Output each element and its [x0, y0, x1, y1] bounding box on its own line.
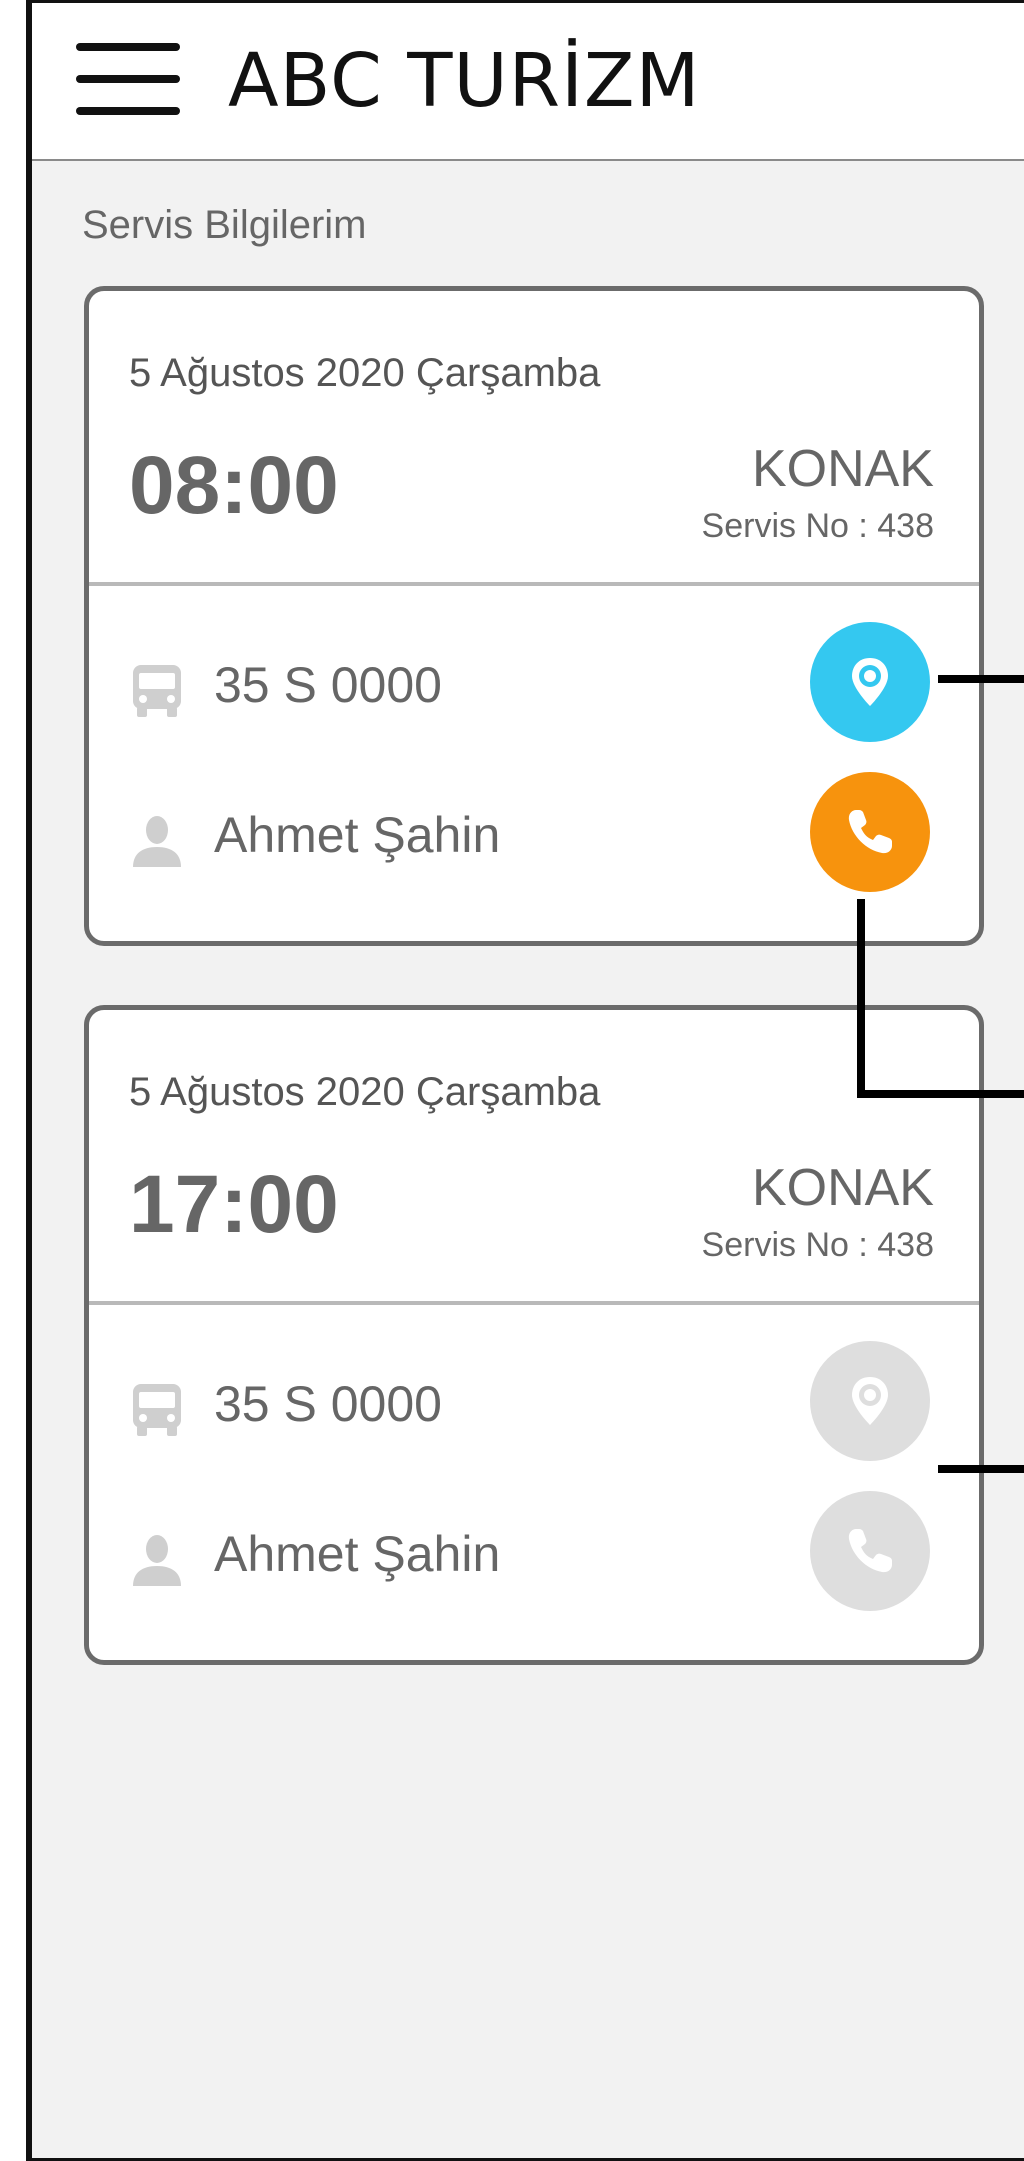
service-date: 5 Ağustos 2020 Çarşamba	[129, 1070, 601, 1114]
vehicle-plate: 35 S 0000	[214, 1376, 442, 1432]
service-number: Servis No : 438	[701, 1226, 934, 1264]
service-time: 17:00	[129, 1159, 339, 1250]
service-district: KONAK	[751, 1159, 934, 1217]
app-title: ABC TURİZM	[228, 38, 701, 124]
annotation-line	[938, 675, 1024, 683]
phone-icon	[848, 1529, 892, 1573]
phone-icon	[848, 810, 892, 854]
service-time: 08:00	[129, 440, 339, 531]
service-card: 5 Ağustos 2020 Çarşamba 17:00 KONAK Serv…	[84, 1005, 984, 1665]
call-button[interactable]	[810, 1491, 930, 1611]
section-title: Servis Bilgilerim	[82, 203, 367, 247]
driver-name: Ahmet Şahin	[214, 807, 501, 863]
vehicle-plate: 35 S 0000	[214, 657, 442, 713]
location-pin-icon	[852, 658, 888, 706]
call-button[interactable]	[810, 772, 930, 892]
location-button[interactable]	[810, 622, 930, 742]
app-screen: ABC TURİZM Servis Bilgilerim 5 Ağustos 2…	[26, 0, 1024, 2161]
card-divider	[89, 582, 979, 586]
bus-icon	[133, 665, 181, 717]
service-date: 5 Ağustos 2020 Çarşamba	[129, 351, 601, 395]
annotation-line	[857, 1090, 1024, 1098]
person-icon	[133, 1535, 181, 1586]
location-button[interactable]	[810, 1341, 930, 1461]
app-header: ABC TURİZM	[32, 3, 1024, 161]
bus-icon	[133, 1384, 181, 1436]
service-number: Servis No : 438	[701, 507, 934, 545]
driver-name: Ahmet Şahin	[214, 1526, 501, 1582]
location-pin-icon	[852, 1377, 888, 1425]
annotation-line	[938, 1465, 1024, 1473]
hamburger-menu-icon[interactable]	[76, 39, 180, 119]
annotation-line	[857, 899, 865, 1095]
service-district: KONAK	[751, 440, 934, 498]
person-icon	[133, 816, 181, 867]
service-card: 5 Ağustos 2020 Çarşamba 08:00 KONAK Serv…	[84, 286, 984, 946]
card-divider	[89, 1301, 979, 1305]
